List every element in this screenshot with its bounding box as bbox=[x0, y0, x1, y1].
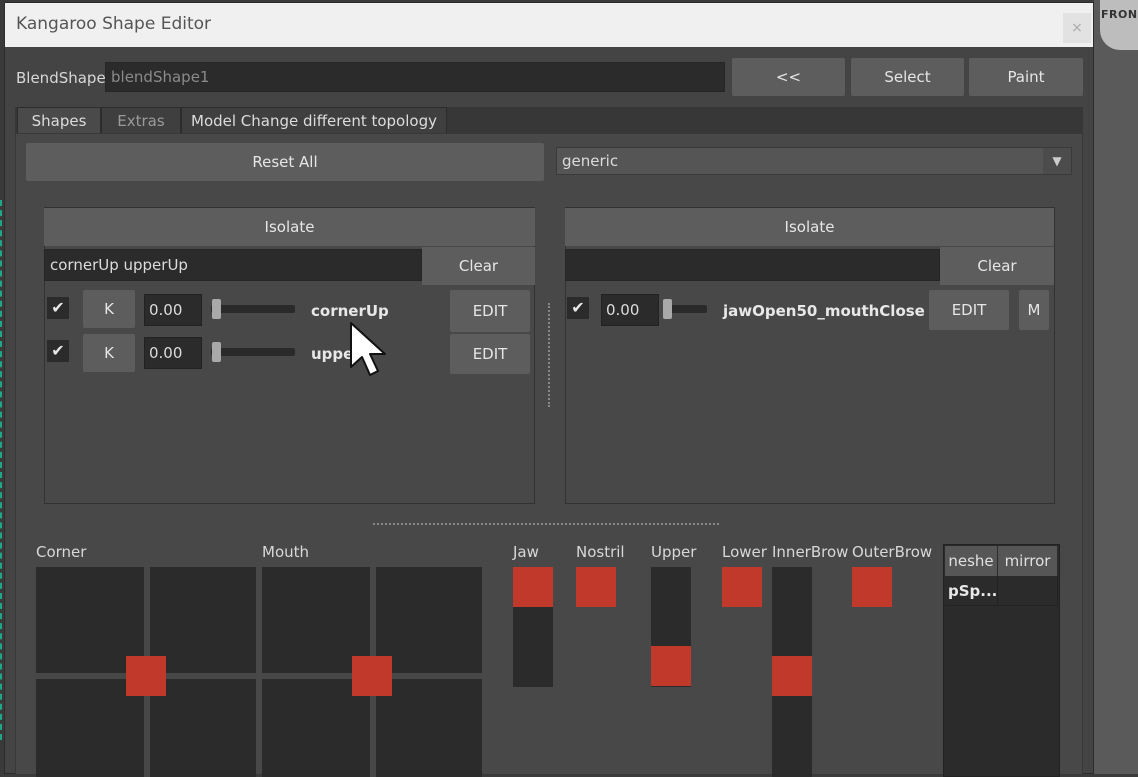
innerbrow-handle[interactable] bbox=[772, 656, 812, 696]
preset-dropdown-value: generic bbox=[562, 152, 619, 170]
preset-dropdown[interactable]: generic ▼ bbox=[556, 147, 1072, 175]
shape-row-checkbox[interactable]: ✔ bbox=[47, 340, 69, 362]
shape-row-checkbox[interactable]: ✔ bbox=[567, 297, 589, 319]
viewport-right-area bbox=[1094, 0, 1138, 774]
jaw-label: Jaw bbox=[513, 543, 539, 561]
innerbrow-label: InnerBrow bbox=[772, 543, 849, 561]
shape-name: uppe bbox=[311, 345, 354, 363]
shape-editor-window: Kangaroo Shape Editor × BlendShape blend… bbox=[4, 2, 1094, 777]
mouth-label: Mouth bbox=[262, 543, 310, 561]
shape-name: cornerUp bbox=[311, 302, 389, 320]
chevron-down-icon[interactable]: ▼ bbox=[1043, 148, 1071, 174]
mouse-cursor-icon bbox=[350, 322, 386, 376]
edit-button[interactable]: EDIT bbox=[450, 334, 530, 374]
weight-field[interactable]: 0.00 bbox=[601, 294, 659, 326]
tab-extras[interactable]: Extras bbox=[101, 107, 181, 133]
edit-button[interactable]: EDIT bbox=[450, 290, 530, 332]
corner-handle[interactable] bbox=[126, 656, 166, 696]
mouth-handle[interactable] bbox=[352, 656, 392, 696]
blendshape-field[interactable]: blendShape1 bbox=[105, 62, 725, 92]
mirror-table-header[interactable]: mirror bbox=[998, 546, 1058, 576]
upper-handle[interactable] bbox=[651, 646, 691, 686]
shape-name: jawOpen50_mouthClose bbox=[723, 302, 925, 320]
nostril-handle[interactable] bbox=[576, 567, 616, 607]
table-cell[interactable] bbox=[998, 577, 1058, 606]
blendshape-label: BlendShape bbox=[16, 69, 106, 87]
paint-button[interactable]: Paint bbox=[969, 58, 1083, 96]
right-isolate-button[interactable]: Isolate bbox=[565, 208, 1054, 246]
close-button[interactable]: × bbox=[1063, 13, 1091, 43]
lower-handle[interactable] bbox=[722, 567, 762, 607]
pane-splitter-handle[interactable] bbox=[548, 303, 550, 407]
jaw-handle[interactable] bbox=[513, 567, 553, 607]
weight-slider-handle[interactable] bbox=[212, 299, 221, 319]
nostril-label: Nostril bbox=[576, 543, 625, 561]
right-filter-field[interactable] bbox=[565, 249, 940, 281]
weight-slider-handle[interactable] bbox=[663, 299, 672, 319]
viewport-label: FRON bbox=[1101, 8, 1138, 21]
reset-all-button[interactable]: Reset All bbox=[26, 143, 544, 181]
edit-button[interactable]: EDIT bbox=[929, 290, 1009, 330]
outerbrow-label: OuterBrow bbox=[852, 543, 933, 561]
back-button[interactable]: << bbox=[732, 58, 845, 96]
tab-shapes[interactable]: Shapes bbox=[17, 107, 101, 133]
weight-slider-handle[interactable] bbox=[212, 342, 221, 362]
select-button[interactable]: Select bbox=[851, 58, 964, 96]
weight-slider[interactable] bbox=[211, 305, 295, 313]
weight-field[interactable]: 0.00 bbox=[144, 294, 202, 326]
title-bar[interactable]: Kangaroo Shape Editor × bbox=[5, 3, 1093, 47]
shape-row-checkbox[interactable]: ✔ bbox=[47, 297, 69, 319]
weight-field[interactable]: 0.00 bbox=[144, 337, 202, 369]
lower-label: Lower bbox=[722, 543, 767, 561]
left-clear-button[interactable]: Clear bbox=[422, 247, 535, 285]
left-isolate-button[interactable]: Isolate bbox=[44, 208, 535, 246]
section-splitter-handle[interactable] bbox=[373, 523, 719, 525]
corner-label: Corner bbox=[36, 543, 87, 561]
left-filter-field[interactable]: cornerUp upperUp bbox=[44, 249, 422, 281]
key-button[interactable]: K bbox=[83, 334, 135, 372]
window-title: Kangaroo Shape Editor bbox=[16, 14, 212, 34]
mesh-table-header[interactable]: neshe bbox=[945, 546, 998, 576]
weight-slider[interactable] bbox=[211, 348, 295, 356]
mirror-button[interactable]: M bbox=[1019, 290, 1049, 330]
key-button[interactable]: K bbox=[83, 290, 135, 328]
tab-model-change[interactable]: Model Change different topology bbox=[181, 107, 447, 133]
right-clear-button[interactable]: Clear bbox=[940, 247, 1054, 285]
outerbrow-handle[interactable] bbox=[852, 567, 892, 607]
upper-label: Upper bbox=[651, 543, 697, 561]
table-cell[interactable]: pSp... bbox=[945, 577, 998, 606]
